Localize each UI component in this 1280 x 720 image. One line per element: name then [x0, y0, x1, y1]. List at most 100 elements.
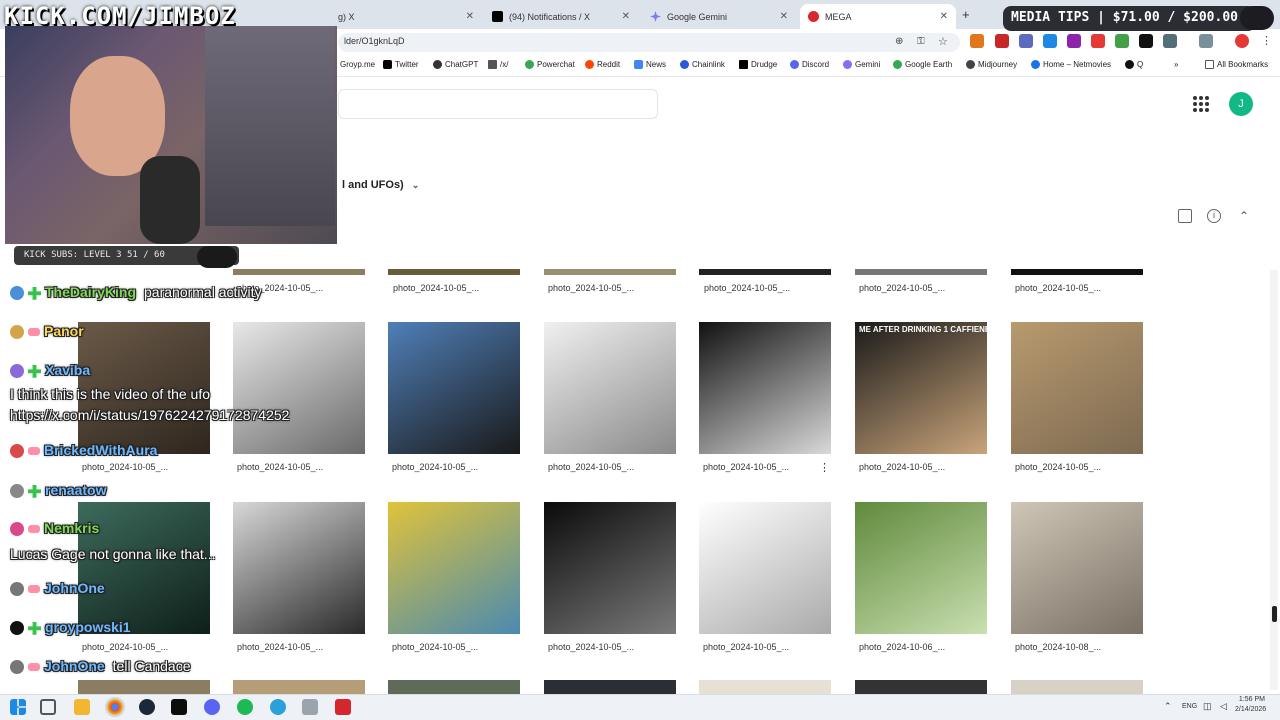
chevron-up-icon[interactable]: ⌃ — [1164, 701, 1172, 712]
info-icon[interactable]: i — [1207, 209, 1221, 223]
bookmark-item[interactable]: Drudge — [739, 60, 777, 69]
chat-username: TheDairyKing — [45, 284, 137, 300]
menu-icon[interactable]: ⋮ — [1261, 34, 1272, 47]
more-options-icon[interactable]: ⋮ — [819, 461, 830, 474]
gmail-extension-icon[interactable] — [995, 34, 1009, 48]
volume-icon[interactable]: ◁ — [1220, 701, 1227, 712]
image-thumbnail[interactable]: ME AFTER DRINKING 1 CAFFIENE — [855, 322, 987, 454]
bookmark-item[interactable]: /x/ — [488, 60, 508, 69]
bookmark-item[interactable]: ChatGPT — [433, 60, 478, 69]
file-explorer-icon[interactable] — [74, 699, 90, 715]
collapse-icon[interactable]: ⌃ — [1236, 208, 1252, 224]
zoom-icon[interactable]: ⊕ — [895, 36, 903, 47]
bookmark-item[interactable]: Google Earth — [893, 60, 952, 69]
extension-icon[interactable] — [1019, 34, 1033, 48]
image-thumbnail[interactable] — [1011, 269, 1143, 275]
image-thumbnail[interactable] — [388, 322, 520, 454]
app-icon[interactable] — [302, 699, 318, 715]
x-extension-icon[interactable] — [1139, 34, 1153, 48]
bookmark-item[interactable]: Twitter — [383, 60, 419, 69]
file-caption: photo_2024-10-05_... — [82, 462, 169, 472]
image-thumbnail[interactable] — [388, 502, 520, 634]
bookmark-item[interactable]: Gemini — [843, 60, 880, 69]
image-thumbnail[interactable] — [699, 322, 831, 454]
bookmark-item[interactable]: Powerchat — [525, 60, 575, 69]
image-thumbnail[interactable] — [544, 322, 676, 454]
tab-notifications[interactable]: (94) Notifications / X ✕ — [484, 4, 638, 29]
news-icon — [634, 60, 643, 69]
bookmark-item[interactable]: Q — [1125, 60, 1143, 69]
extension-icon[interactable] — [1163, 34, 1177, 48]
chat-message: Panor — [10, 323, 84, 340]
grid-view-icon[interactable] — [1178, 209, 1192, 223]
image-thumbnail[interactable] — [388, 269, 520, 275]
clock[interactable]: 1:56 PM 2/14/2026 — [1235, 696, 1266, 713]
sub-badge-icon — [28, 663, 40, 672]
bookmark-item[interactable]: Groyp.me — [340, 60, 375, 69]
image-thumbnail[interactable] — [233, 322, 365, 454]
key-icon[interactable]: ⚿ — [917, 36, 925, 47]
apps-grid-icon[interactable] — [1193, 96, 1209, 112]
image-thumbnail[interactable] — [544, 502, 676, 634]
image-thumbnail[interactable] — [699, 502, 831, 634]
scrollbar-thumb[interactable] — [1272, 606, 1277, 622]
telegram-icon[interactable] — [270, 699, 286, 715]
close-icon[interactable]: ✕ — [622, 11, 630, 22]
image-thumbnail[interactable] — [233, 680, 365, 694]
image-thumbnail[interactable] — [1011, 680, 1143, 694]
bookmark-item[interactable]: Chainlink — [680, 60, 725, 69]
close-icon[interactable]: ✕ — [466, 11, 474, 22]
extension-icon[interactable] — [1067, 34, 1081, 48]
image-thumbnail[interactable] — [855, 680, 987, 694]
image-thumbnail[interactable] — [1011, 322, 1143, 454]
network-icon[interactable]: ◫ — [1203, 701, 1212, 712]
image-thumbnail[interactable] — [855, 502, 987, 634]
user-avatar-icon — [10, 522, 24, 537]
tab-gemini[interactable]: Google Gemini ✕ — [642, 4, 796, 29]
bookmark-item[interactable]: Discord — [790, 60, 829, 69]
chrome-icon[interactable] — [105, 697, 125, 717]
extension-icon[interactable] — [1115, 34, 1129, 48]
image-thumbnail[interactable] — [388, 680, 520, 694]
discord-icon[interactable] — [204, 699, 220, 715]
tab-mega[interactable]: MEGA ✕ — [800, 4, 956, 29]
spotify-icon[interactable] — [237, 699, 253, 715]
search-input[interactable] — [338, 89, 658, 119]
audio-extension-icon[interactable] — [1043, 34, 1057, 48]
image-thumbnail[interactable] — [699, 269, 831, 275]
star-icon[interactable]: ☆ — [938, 35, 948, 48]
close-icon[interactable]: ✕ — [940, 11, 948, 22]
language-indicator[interactable]: ENG — [1182, 703, 1197, 710]
profile-icon[interactable] — [1235, 34, 1249, 48]
close-icon[interactable]: ✕ — [780, 11, 788, 22]
image-thumbnail[interactable] — [78, 680, 210, 694]
time-text: 1:56 PM — [1238, 696, 1265, 703]
terminal-icon[interactable] — [171, 699, 187, 715]
new-tab-button[interactable]: + — [962, 7, 970, 22]
sub-badge-icon — [28, 585, 40, 594]
folder-title[interactable]: l and UFOs) ⌄ — [342, 179, 419, 191]
steam-icon[interactable] — [139, 699, 155, 715]
avatar[interactable]: J — [1229, 92, 1253, 116]
bookmark-item[interactable]: Home – Netmovies — [1031, 60, 1111, 69]
task-view-icon[interactable] — [40, 699, 56, 715]
extension-icon[interactable] — [1091, 34, 1105, 48]
acrobat-icon[interactable] — [335, 699, 351, 715]
tab-x[interactable]: g) X ✕ — [330, 4, 482, 29]
metamask-extension-icon[interactable] — [970, 34, 984, 48]
image-thumbnail[interactable] — [1011, 502, 1143, 634]
image-thumbnail[interactable] — [544, 269, 676, 275]
image-thumbnail[interactable] — [233, 269, 365, 275]
bookmark-item[interactable]: News — [634, 60, 666, 69]
bookmark-item[interactable]: Midjourney — [966, 60, 1017, 69]
bookmark-item[interactable]: Reddit — [585, 60, 620, 69]
image-thumbnail[interactable] — [855, 269, 987, 275]
all-bookmarks[interactable]: All Bookmarks — [1205, 60, 1268, 69]
sidebar-icon[interactable] — [1199, 34, 1213, 48]
scrollbar[interactable] — [1270, 270, 1278, 690]
url-field[interactable]: lder/O1gknLqD — [338, 33, 960, 52]
image-thumbnail[interactable] — [699, 680, 831, 694]
more-bookmarks-icon[interactable]: » — [1174, 60, 1178, 69]
image-thumbnail[interactable] — [233, 502, 365, 634]
image-thumbnail[interactable] — [544, 680, 676, 694]
